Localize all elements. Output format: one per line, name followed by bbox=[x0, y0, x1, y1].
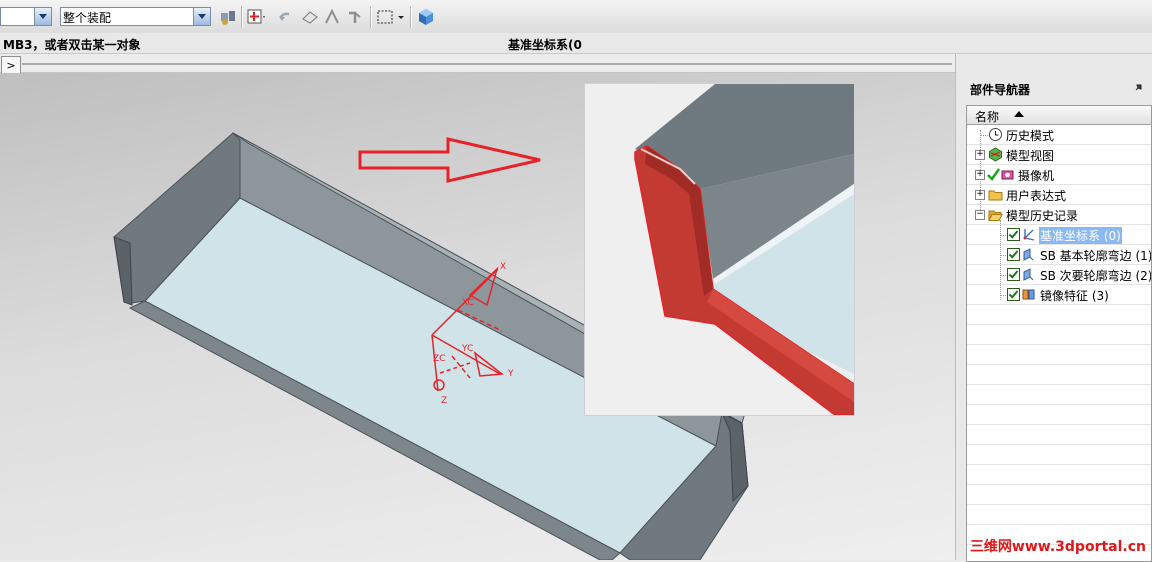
tree-empty-row bbox=[967, 405, 1151, 425]
tree-empty-row bbox=[967, 465, 1151, 485]
tree-row-label: 模型历史记录 bbox=[1006, 209, 1079, 223]
snap-point-icon[interactable] bbox=[246, 7, 266, 27]
open-folder-icon bbox=[988, 210, 1003, 221]
tree-empty-row bbox=[967, 485, 1151, 505]
model-views-icon bbox=[989, 147, 1002, 162]
navigator-tree[interactable]: 名称 历史模式 + 模型视图 + 摄像机 + 用户表达式 − 模型历史记录 基准… bbox=[966, 105, 1152, 562]
tree-empty-row bbox=[967, 325, 1151, 345]
expand-plus-icon[interactable]: + bbox=[975, 190, 985, 200]
tree-row-label: 摄像机 bbox=[1018, 169, 1055, 183]
pin-icon[interactable] bbox=[1133, 81, 1145, 96]
tree-row-label: 镜像特征 (3) bbox=[1040, 289, 1109, 303]
tree-row-model-views[interactable]: + 模型视图 bbox=[967, 145, 1151, 165]
part-left-flange bbox=[113, 236, 133, 306]
graphics-viewport[interactable]: X Y Z XC YC ZC bbox=[0, 73, 955, 560]
selection-filter-dropdown[interactable] bbox=[0, 7, 52, 26]
part-navigator-panel: 部件导航器 名称 历史模式 + 模型视图 + 摄像机 + 用户表达式 − 模型历… bbox=[955, 54, 1152, 562]
tree-row-sb-contour-flange-2[interactable]: SB 次要轮廓弯边 (2) bbox=[967, 265, 1151, 285]
tree-row-label: 历史模式 bbox=[1006, 129, 1055, 143]
column-header-label: 名称 bbox=[975, 110, 1000, 124]
chevron-down-icon[interactable] bbox=[396, 7, 406, 27]
collapse-minus-icon[interactable]: − bbox=[975, 210, 985, 220]
divider bbox=[22, 63, 952, 65]
assembly-scope-value: 整个装配 bbox=[63, 11, 112, 25]
tree-empty-row bbox=[967, 425, 1151, 445]
visibility-checkbox[interactable] bbox=[1007, 248, 1020, 261]
contour-flange-icon bbox=[1023, 248, 1034, 261]
tree-row-label: 模型视图 bbox=[1006, 149, 1055, 163]
tree-empty-row bbox=[967, 505, 1151, 525]
tree-row-label: SB 次要轮廓弯边 (2) bbox=[1040, 269, 1152, 283]
clock-icon bbox=[989, 128, 1002, 141]
selection-status-text: 基准坐标系(0 bbox=[508, 38, 582, 52]
visibility-checkbox[interactable] bbox=[1007, 288, 1020, 301]
tree-row-label: 用户表达式 bbox=[1006, 189, 1067, 203]
column-header-name[interactable]: 名称 bbox=[967, 106, 1151, 125]
prompt-text: MB3，或者双击某一对象 bbox=[3, 38, 141, 52]
tree-row-history-mode[interactable]: 历史模式 bbox=[967, 125, 1151, 145]
csys-xc-label: XC bbox=[462, 298, 474, 308]
filter-settings-icon[interactable] bbox=[218, 7, 238, 27]
snap-midpoint-icon[interactable] bbox=[322, 7, 342, 27]
zoom-detail-graphic bbox=[585, 84, 854, 415]
panel-title: 部件导航器 bbox=[970, 83, 1031, 97]
sort-ascending-icon bbox=[1014, 111, 1024, 117]
visibility-checkbox[interactable] bbox=[1007, 228, 1020, 241]
cube-view-icon[interactable] bbox=[416, 7, 436, 27]
status-bar: MB3，或者双击某一对象 基准坐标系(0 bbox=[0, 33, 1152, 54]
tree-empty-row bbox=[967, 305, 1151, 325]
watermark: 三维网www.3dportal.cn bbox=[969, 539, 1146, 555]
tree-row-label: SB 基本轮廓弯边 (1) bbox=[1040, 249, 1152, 263]
callout-arrow bbox=[358, 137, 541, 183]
tree-empty-row bbox=[967, 365, 1151, 385]
csys-yc-label: YC bbox=[461, 344, 473, 354]
expand-plus-icon[interactable]: + bbox=[975, 150, 985, 160]
tree-empty-row bbox=[967, 345, 1151, 365]
tree-row-datum-csys[interactable]: 基准坐标系 (0) bbox=[967, 225, 1151, 245]
mirror-feature-icon bbox=[1022, 289, 1035, 300]
snap-end-icon[interactable] bbox=[345, 7, 365, 27]
tree-row-model-history[interactable]: − 模型历史记录 bbox=[967, 205, 1151, 225]
contour-flange-icon bbox=[1023, 268, 1034, 281]
rectangle-select-icon[interactable] bbox=[376, 7, 396, 27]
chevron-down-icon[interactable] bbox=[34, 8, 51, 25]
camera-icon bbox=[1001, 170, 1014, 180]
tree-row-label: 基准坐标系 (0) bbox=[1039, 227, 1122, 244]
tree-empty-row bbox=[967, 385, 1151, 405]
zoom-detail-inset bbox=[584, 83, 855, 416]
tree-row-cameras[interactable]: + 摄像机 bbox=[967, 165, 1151, 185]
expand-plus-icon[interactable]: + bbox=[975, 170, 985, 180]
tree-row-sb-contour-flange-1[interactable]: SB 基本轮廓弯边 (1) bbox=[967, 245, 1151, 265]
folder-icon bbox=[988, 190, 1003, 201]
csys-zc-label: ZC bbox=[433, 354, 445, 364]
csys-x-label: X bbox=[500, 262, 506, 272]
checkmark-icon bbox=[987, 168, 1000, 181]
undo-arrow-icon[interactable] bbox=[276, 7, 296, 27]
chevron-down-icon[interactable] bbox=[193, 8, 210, 25]
tree-row-mirror-feature[interactable]: 镜像特征 (3) bbox=[967, 285, 1151, 305]
tree-row-user-expressions[interactable]: + 用户表达式 bbox=[967, 185, 1151, 205]
datum-csys-icon bbox=[1023, 229, 1035, 241]
visibility-checkbox[interactable] bbox=[1007, 268, 1020, 281]
csys-z-label: Z bbox=[441, 396, 447, 406]
main-toolbar: 整个装配 bbox=[0, 0, 1152, 34]
csys-y-label: Y bbox=[507, 369, 514, 379]
tree-empty-row bbox=[967, 445, 1151, 465]
resource-strip: > bbox=[0, 54, 955, 75]
eraser-icon[interactable] bbox=[300, 7, 320, 27]
assembly-scope-dropdown[interactable]: 整个装配 bbox=[60, 7, 211, 26]
